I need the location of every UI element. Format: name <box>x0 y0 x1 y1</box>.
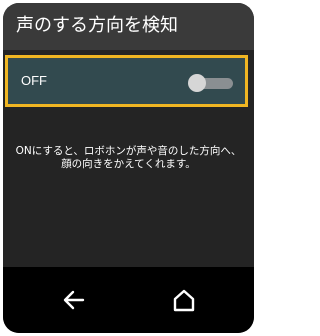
page-title: 声のする方向を検知 <box>16 15 178 36</box>
device-screen: 声のする方向を検知 OFF ONにすると、ロボホンが声や音のした方向へ、顔の向き… <box>3 3 254 333</box>
switch-thumb <box>188 74 206 92</box>
back-arrow-icon[interactable] <box>61 287 87 313</box>
voice-direction-switch[interactable] <box>188 74 234 92</box>
home-icon[interactable] <box>171 287 197 313</box>
toggle-state-label: OFF <box>21 73 47 88</box>
setting-description: ONにすると、ロボホンが声や音のした方向へ、顔の向きをかえてくれます。 <box>15 145 242 170</box>
navigation-bar <box>3 267 254 333</box>
voice-direction-toggle-row[interactable]: OFF <box>5 55 248 107</box>
title-bar: 声のする方向を検知 <box>3 3 254 50</box>
